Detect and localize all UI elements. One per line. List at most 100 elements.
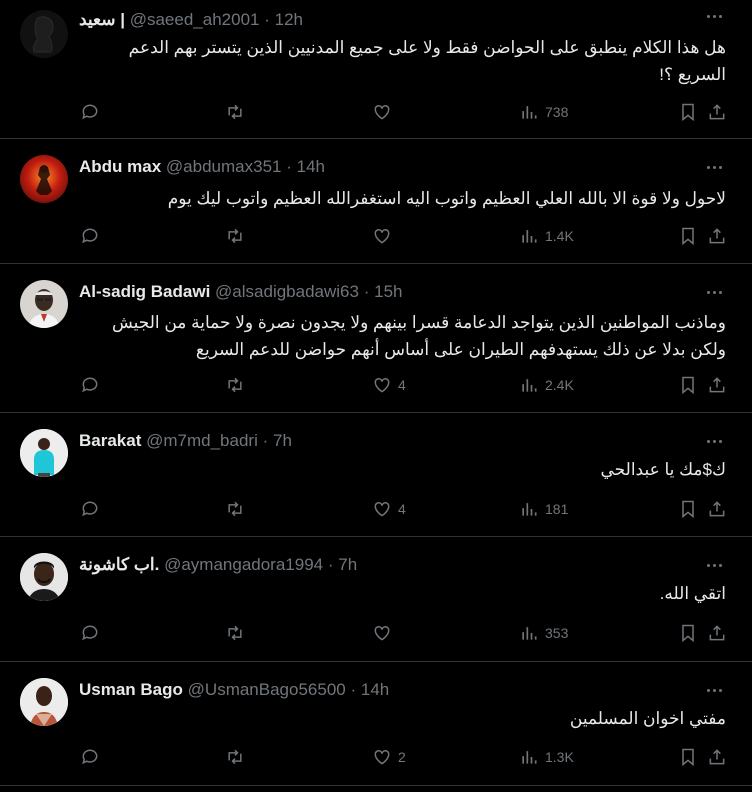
reply-button[interactable] xyxy=(80,498,100,520)
like-button[interactable]: 2 xyxy=(372,746,406,768)
reply-icon xyxy=(82,228,98,244)
timestamp[interactable]: 15h xyxy=(374,282,402,301)
share-icon xyxy=(709,104,725,120)
like-icon xyxy=(374,501,390,517)
avatar[interactable] xyxy=(20,155,68,203)
bookmark-icon xyxy=(682,103,694,122)
avatar[interactable] xyxy=(20,553,68,601)
action-bar: 4 181 xyxy=(79,498,726,520)
bookmark-button[interactable] xyxy=(678,374,698,396)
retweet-button[interactable] xyxy=(225,746,245,768)
more-icon[interactable] xyxy=(704,431,724,451)
bookmark-icon xyxy=(682,376,694,395)
like-button[interactable] xyxy=(372,101,398,123)
separator: · xyxy=(327,555,334,574)
views-button[interactable]: 738 xyxy=(519,101,568,123)
like-button[interactable] xyxy=(372,225,398,247)
like-icon xyxy=(374,377,390,393)
handle[interactable]: @m7md_badri xyxy=(146,431,258,450)
display-name[interactable]: Abdu max xyxy=(79,157,161,176)
separator: · xyxy=(262,431,269,450)
retweet-icon xyxy=(228,501,242,517)
views-button[interactable]: 1.3K xyxy=(519,746,574,768)
avatar[interactable] xyxy=(20,280,68,328)
like-button[interactable] xyxy=(372,622,398,644)
retweet-button[interactable] xyxy=(225,498,245,520)
more-icon[interactable] xyxy=(704,282,724,302)
reply-button[interactable] xyxy=(80,225,100,247)
handle[interactable]: @aymangadora1994 xyxy=(164,555,323,574)
share-button[interactable] xyxy=(707,746,727,768)
reply-button[interactable] xyxy=(80,746,100,768)
retweet-button[interactable] xyxy=(225,622,245,644)
bookmark-button[interactable] xyxy=(678,622,698,644)
timestamp[interactable]: 14h xyxy=(361,680,389,699)
avatar[interactable] xyxy=(20,10,68,58)
reply-button[interactable] xyxy=(80,622,100,644)
share-icon xyxy=(709,501,725,517)
bookmark-button[interactable] xyxy=(678,746,698,768)
more-icon[interactable] xyxy=(704,680,724,700)
like-icon xyxy=(374,625,390,641)
share-button[interactable] xyxy=(707,101,727,123)
avatar[interactable] xyxy=(20,429,68,477)
handle[interactable]: @saeed_ah2001 xyxy=(130,10,260,29)
reply-icon xyxy=(82,625,98,641)
views-icon xyxy=(522,106,537,119)
tweet[interactable]: Abdu max @abdumax351 · 14h لاحول ولا قوة… xyxy=(0,139,752,264)
tweet[interactable]: اب كاشونة. @aymangadora1994 · 7h اتقي ال… xyxy=(0,537,752,662)
action-bar: 353 xyxy=(79,622,726,644)
retweet-button[interactable] xyxy=(225,225,245,247)
tweet[interactable]: Usman Bago @UsmanBago56500 · 14h مفتي اخ… xyxy=(0,662,752,786)
bookmark-button[interactable] xyxy=(678,498,698,520)
reply-button[interactable] xyxy=(80,101,100,123)
timestamp[interactable]: 12h xyxy=(275,10,303,29)
share-button[interactable] xyxy=(707,622,727,644)
timestamp[interactable]: 14h xyxy=(297,157,325,176)
tweet[interactable]: Barakat @m7md_badri · 7h ك$مك يا عبدالحي… xyxy=(0,413,752,537)
display-name[interactable]: اب كاشونة. xyxy=(79,555,159,574)
like-button[interactable]: 4 xyxy=(372,374,406,396)
views-button[interactable]: 2.4K xyxy=(519,374,574,396)
reply-icon xyxy=(82,377,98,393)
display-name[interactable]: Barakat xyxy=(79,431,141,450)
views-button[interactable]: 353 xyxy=(519,622,568,644)
display-name[interactable]: Al-sadig Badawi xyxy=(79,282,210,301)
share-button[interactable] xyxy=(707,498,727,520)
tweet-header: Barakat @m7md_badri · 7h xyxy=(79,431,702,451)
like-count: 2 xyxy=(398,749,406,765)
display-name[interactable]: سعيد | xyxy=(79,10,125,29)
retweet-button[interactable] xyxy=(225,101,245,123)
like-icon xyxy=(374,104,390,120)
handle[interactable]: @alsadigbadawi63 xyxy=(215,282,359,301)
reply-button[interactable] xyxy=(80,374,100,396)
more-icon[interactable] xyxy=(704,157,724,177)
share-icon xyxy=(709,749,725,765)
more-icon[interactable] xyxy=(704,555,724,575)
bookmark-button[interactable] xyxy=(678,101,698,123)
like-icon xyxy=(374,749,390,765)
timestamp[interactable]: 7h xyxy=(273,431,292,450)
handle[interactable]: @UsmanBago56500 xyxy=(188,680,346,699)
share-button[interactable] xyxy=(707,374,727,396)
share-button[interactable] xyxy=(707,225,727,247)
tweet[interactable]: سعيد | @saeed_ah2001 · 12h هل هذا الكلام… xyxy=(0,0,752,139)
like-count: 4 xyxy=(398,501,406,517)
display-name[interactable]: Usman Bago xyxy=(79,680,183,699)
like-icon xyxy=(374,228,390,244)
retweet-icon xyxy=(228,104,242,120)
like-button[interactable]: 4 xyxy=(372,498,406,520)
handle[interactable]: @abdumax351 xyxy=(166,157,282,176)
avatar[interactable] xyxy=(20,678,68,726)
reply-icon xyxy=(82,501,98,517)
timestamp[interactable]: 7h xyxy=(338,555,357,574)
bookmark-button[interactable] xyxy=(678,225,698,247)
views-button[interactable]: 181 xyxy=(519,498,568,520)
retweet-button[interactable] xyxy=(225,374,245,396)
more-icon[interactable] xyxy=(704,6,724,26)
tweet-header: اب كاشونة. @aymangadora1994 · 7h xyxy=(79,555,702,575)
views-button[interactable]: 1.4K xyxy=(519,225,574,247)
views-count: 1.3K xyxy=(545,749,574,765)
action-bar: 738 xyxy=(79,101,726,123)
tweet[interactable]: Al-sadig Badawi @alsadigbadawi63 · 15h و… xyxy=(0,264,752,413)
